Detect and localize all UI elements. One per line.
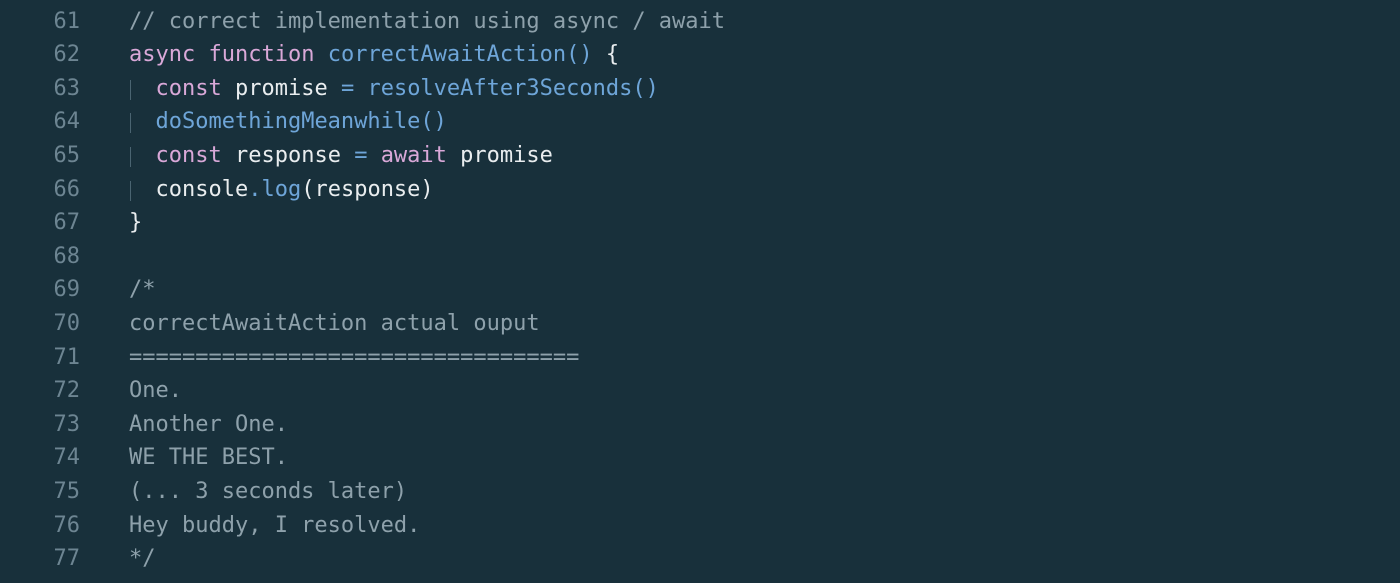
code-token: await [380, 142, 447, 168]
code-token: () [632, 75, 659, 101]
code-token: console [129, 176, 249, 202]
code-token: = [354, 142, 368, 168]
line-number: 70 [53, 310, 81, 336]
code-token: response [221, 142, 355, 168]
code-token: { [592, 42, 620, 68]
code-line[interactable]: 74 WE THE BEST. [0, 441, 1400, 475]
code-line[interactable]: 69 /* [0, 273, 1400, 307]
code-line[interactable]: 68 [0, 240, 1400, 274]
line-number: 63 [53, 75, 81, 101]
line-number: 66 [53, 176, 81, 202]
line-number: 64 [53, 109, 81, 135]
code-token: Hey buddy, I resolved. [129, 512, 421, 538]
code-token: (response) [301, 176, 434, 202]
code-line[interactable]: 61 // correct implementation using async … [0, 5, 1400, 39]
code-token: async [129, 42, 196, 68]
code-line[interactable]: 75 (... 3 seconds later) [0, 475, 1400, 509]
code-editor[interactable]: 61 // correct implementation using async … [0, 0, 1400, 583]
code-token: WE THE BEST. [129, 445, 288, 471]
line-number: 69 [53, 277, 81, 303]
code-token: */ [129, 546, 156, 572]
line-number: 72 [53, 378, 81, 404]
code-token: const [155, 142, 222, 168]
code-token: . [248, 176, 262, 202]
code-token: correctAwaitAction [327, 42, 567, 68]
code-token: correctAwaitAction actual ouput [129, 310, 540, 336]
code-text: async function correctAwaitAction() { [129, 38, 619, 72]
code-text: const response = await promise [129, 139, 553, 173]
code-line[interactable]: 72 One. [0, 374, 1400, 408]
code-token: log [261, 176, 302, 202]
code-token: doSomethingMeanwhile [155, 109, 421, 135]
code-token: promise [446, 142, 553, 168]
code-line[interactable]: 66 console.log(response) [0, 173, 1400, 207]
code-line[interactable]: 71 ================================== [0, 341, 1400, 375]
line-number: 68 [53, 243, 81, 269]
code-line[interactable]: 62 async function correctAwaitAction() { [0, 38, 1400, 72]
line-number: 61 [53, 8, 81, 34]
code-text: } [129, 206, 142, 240]
line-number: 62 [53, 42, 81, 68]
line-number: 65 [53, 142, 81, 168]
code-token: function [208, 42, 315, 68]
code-text: WE THE BEST. [129, 441, 288, 475]
code-token: resolveAfter3Seconds [367, 75, 633, 101]
code-text: console.log(response) [129, 173, 434, 207]
code-token: } [129, 210, 143, 236]
code-line[interactable]: 70 correctAwaitAction actual ouput [0, 307, 1400, 341]
code-line[interactable]: 67} [0, 206, 1400, 240]
code-text: Another One. [129, 408, 288, 442]
code-line[interactable]: 77 */ [0, 542, 1400, 576]
code-line[interactable]: 76 Hey buddy, I resolved. [0, 509, 1400, 543]
code-token: Another One. [129, 411, 288, 437]
line-number: 76 [53, 512, 81, 538]
code-line[interactable]: 64 doSomethingMeanwhile() [0, 105, 1400, 139]
code-token: ================================== [129, 344, 580, 370]
code-token: () [420, 109, 447, 135]
code-token: = [340, 75, 355, 101]
code-token: /* [129, 277, 156, 303]
code-text: ================================== [129, 341, 579, 375]
code-token: () [566, 42, 593, 68]
code-token: (... 3 seconds later) [129, 478, 408, 504]
code-line[interactable]: 65 const response = await promise [0, 139, 1400, 173]
code-token: // correct implementation using async / … [129, 8, 726, 34]
code-token: promise [221, 75, 341, 101]
code-line[interactable]: 73 Another One. [0, 408, 1400, 442]
code-text: doSomethingMeanwhile() [129, 105, 447, 139]
line-number: 71 [53, 344, 81, 370]
line-number: 73 [53, 411, 81, 437]
line-number: 77 [53, 546, 81, 572]
code-text: */ [129, 542, 156, 576]
code-text: const promise = resolveAfter3Seconds() [129, 72, 659, 106]
code-token: One. [129, 378, 182, 404]
code-token: const [155, 75, 222, 101]
code-text: correctAwaitAction actual ouput [129, 307, 540, 341]
code-text: (... 3 seconds later) [129, 475, 407, 509]
line-number: 75 [53, 478, 81, 504]
code-text: // correct implementation using async / … [129, 5, 725, 39]
line-number: 67 [53, 210, 81, 236]
code-text: One. [129, 374, 182, 408]
code-text: /* [129, 273, 156, 307]
line-number: 74 [53, 445, 81, 471]
code-line[interactable]: 63 const promise = resolveAfter3Seconds(… [0, 72, 1400, 106]
code-text: Hey buddy, I resolved. [129, 509, 420, 543]
